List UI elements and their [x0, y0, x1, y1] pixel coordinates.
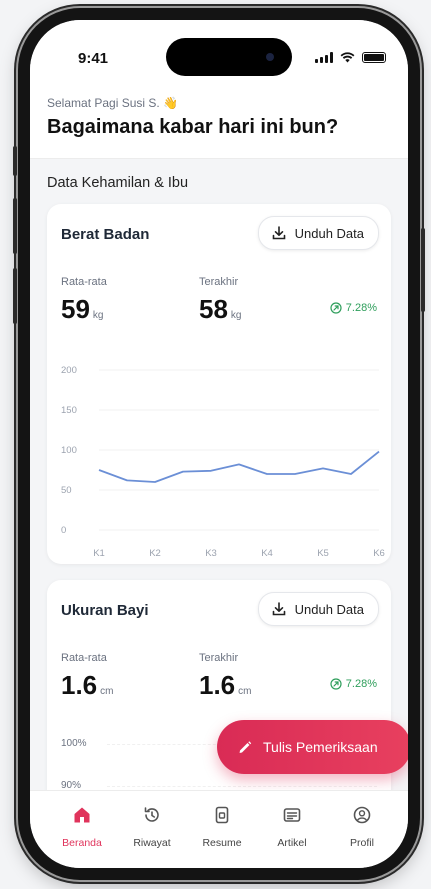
- tab-artikel[interactable]: Artikel: [257, 805, 327, 849]
- x-tick-label: K3: [205, 548, 217, 559]
- x-tick-label: K4: [261, 548, 273, 559]
- tab-beranda[interactable]: Beranda: [47, 805, 117, 849]
- tab-label-artikel: Artikel: [277, 837, 307, 849]
- baby-download-button[interactable]: Unduh Data: [257, 592, 379, 626]
- write-checkup-label: Tulis Pemeriksaan: [263, 739, 378, 755]
- tab-label-riwayat: Riwayat: [133, 837, 171, 849]
- y-tick-label: 50: [61, 485, 72, 496]
- signal-icon: [315, 52, 333, 63]
- y-tick-label: 150: [61, 405, 77, 416]
- tab-label-profil: Profil: [350, 837, 374, 849]
- weight-line-chart: 0 50 100 150 200 K1 K2 K3 K4 K5 K6: [61, 365, 385, 559]
- baby-download-label: Unduh Data: [294, 601, 364, 617]
- article-icon: [283, 808, 301, 822]
- status-icons: [315, 52, 386, 63]
- baby-last-value: 1.6 cm: [199, 670, 252, 701]
- phone-frame: 9:41 Selamat Pagi Susi S. 👋 Bagaimana ka…: [13, 8, 425, 880]
- tab-profil[interactable]: Profil: [327, 805, 397, 849]
- bottom-tab-bar: Beranda Riwayat Resume Artikel Profil: [30, 790, 408, 868]
- document-icon: [215, 806, 229, 824]
- baby-change-value: 7.28%: [345, 678, 377, 690]
- volume-up-button: [13, 198, 17, 254]
- baby-card-title: Ukuran Bayi: [61, 602, 149, 619]
- weight-card: Berat Badan Unduh Data Rata-rata 59 kg Te…: [47, 204, 391, 564]
- battery-icon: [362, 52, 386, 63]
- tab-label-beranda: Beranda: [62, 837, 102, 849]
- baby-y-tick-1: 100%: [61, 738, 87, 749]
- status-time: 9:41: [78, 50, 109, 67]
- screen: 9:41 Selamat Pagi Susi S. 👋 Bagaimana ka…: [30, 20, 408, 868]
- pencil-icon: [239, 741, 252, 753]
- x-tick-label: K5: [317, 548, 329, 559]
- x-tick-label: K2: [149, 548, 161, 559]
- action-button: [13, 146, 17, 176]
- baby-change-badge: 7.28%: [330, 678, 377, 690]
- profile-icon: [353, 806, 371, 824]
- dynamic-island: [166, 38, 292, 76]
- history-icon: [144, 807, 159, 822]
- power-button: [421, 228, 425, 312]
- tab-resume[interactable]: Resume: [187, 805, 257, 849]
- tab-riwayat[interactable]: Riwayat: [117, 805, 187, 849]
- greeting-text: Selamat Pagi Susi S. 👋: [47, 96, 178, 110]
- y-tick-label: 100: [61, 445, 77, 456]
- y-tick-label: 0: [61, 525, 66, 536]
- baby-last-label: Terakhir: [199, 652, 239, 664]
- baby-avg-unit: cm: [100, 686, 114, 697]
- baby-last-unit: cm: [238, 686, 252, 697]
- wifi-icon: [340, 52, 355, 63]
- status-bar: 9:41: [30, 20, 408, 90]
- baby-size-card: Ukuran Bayi Unduh Data Rata-rata 1.6 cm T…: [47, 580, 391, 820]
- page-title: Bagaimana kabar hari ini bun?: [47, 116, 339, 138]
- baby-avg-label: Rata-rata: [61, 652, 107, 664]
- x-tick-label: K6: [373, 548, 385, 559]
- volume-down-button: [13, 268, 17, 324]
- y-tick-label: 200: [61, 365, 77, 376]
- write-checkup-button[interactable]: Tulis Pemeriksaan: [217, 720, 408, 774]
- baby-gridline: [107, 786, 377, 787]
- x-tick-label: K1: [93, 548, 105, 559]
- baby-last-number: 1.6: [199, 670, 236, 700]
- home-icon: [74, 807, 90, 823]
- download-icon: [272, 602, 285, 616]
- tab-label-resume: Resume: [202, 837, 242, 849]
- greeting-header: Selamat Pagi Susi S. 👋 Bagaimana kabar h…: [30, 90, 408, 159]
- trend-up-icon: [330, 678, 342, 690]
- section-title: Data Kehamilan & Ibu: [47, 175, 189, 191]
- weight-series-line: [98, 450, 380, 483]
- baby-avg-value: 1.6 cm: [61, 670, 114, 701]
- baby-avg-number: 1.6: [61, 670, 98, 700]
